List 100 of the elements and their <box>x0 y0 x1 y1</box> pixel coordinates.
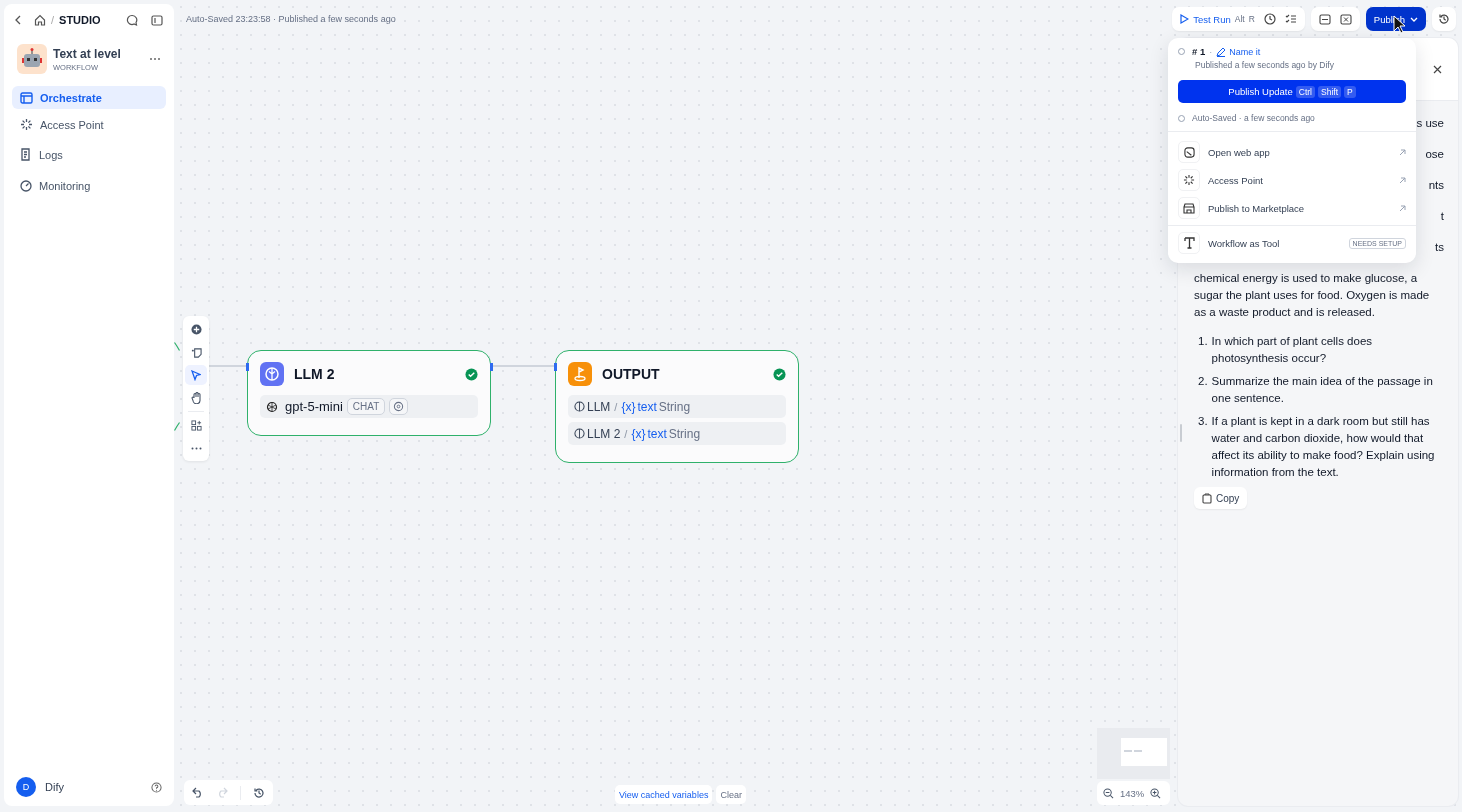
history-icon <box>1438 13 1450 25</box>
play-icon <box>1180 14 1190 24</box>
resize-handle[interactable] <box>1180 424 1182 442</box>
copy-icon <box>1202 492 1212 504</box>
auto-saved-info: Auto-Saved · a few seconds ago <box>1192 113 1315 123</box>
history-icon[interactable] <box>253 786 265 799</box>
success-icon <box>465 367 478 381</box>
publish-update-button[interactable]: Publish Update Ctrl Shift P <box>1178 80 1406 103</box>
question-number: 1. <box>1198 334 1208 349</box>
test-run-button[interactable]: Test Run Alt R <box>1180 13 1255 25</box>
window-icon <box>20 91 33 104</box>
model-row[interactable]: gpt-5-mini CHAT <box>260 395 478 418</box>
question-text: If a plant is kept in a dark room but still has water and carbon dioxide, how would that affect its ability to make food? Explain using information from the text. <box>1211 414 1436 480</box>
back-icon[interactable] <box>15 15 21 25</box>
model-logo-icon <box>266 400 278 413</box>
pointer-tool-icon[interactable] <box>185 365 207 385</box>
env-icon[interactable] <box>1318 13 1331 25</box>
user-avatar[interactable]: D <box>16 777 36 797</box>
result-text: nts <box>1428 178 1444 193</box>
result-text: ose <box>1425 147 1444 162</box>
zoom-in-icon[interactable] <box>1150 787 1162 799</box>
clock-icon[interactable] <box>1263 13 1276 25</box>
variable-glyph: {x} <box>631 426 646 441</box>
help-icon[interactable] <box>151 781 162 793</box>
nav-item[interactable]: Access Point <box>12 113 166 136</box>
menu-item[interactable]: Publish to Marketplace <box>1168 194 1416 222</box>
variable-type: String <box>658 399 691 414</box>
user-name: Dify <box>45 781 64 793</box>
variable-name: text <box>647 426 667 441</box>
more-icon[interactable] <box>149 57 161 61</box>
nav-item[interactable]: Orchestrate <box>12 86 166 109</box>
question-text: In which part of plant cells does photosynthesis occur? <box>1211 334 1374 366</box>
access-point-icon <box>1178 169 1200 191</box>
result-paragraph: chemical energy is used to make glucose, a sugar the plant uses for food. Oxygen is made as a waste product and is released. <box>1194 271 1431 320</box>
text-tool-icon <box>1178 232 1200 254</box>
nav-item[interactable]: Monitoring <box>12 173 166 198</box>
caret-icon <box>1410 16 1418 22</box>
output-node[interactable]: OUTPUT LLM / {x} text String LLM 2 / {x} text String <box>555 350 799 463</box>
robot-icon <box>17 44 47 74</box>
chat-icon[interactable] <box>126 14 138 26</box>
pencil-icon <box>1216 46 1227 57</box>
copy-button[interactable]: Copy <box>1194 487 1248 509</box>
external-link-icon <box>1399 204 1406 212</box>
flag-icon <box>568 362 592 386</box>
store-icon <box>1178 197 1200 219</box>
undo-icon[interactable] <box>192 787 204 798</box>
edge-line <box>491 365 555 367</box>
question-number: 3. <box>1198 414 1208 429</box>
history-button[interactable] <box>1432 7 1456 31</box>
question-text: Summarize the main idea of the passage in one sentence. <box>1211 374 1434 406</box>
result-text: s use <box>1416 116 1444 131</box>
app-name: Text at level <box>53 46 122 61</box>
close-icon[interactable] <box>1433 64 1442 74</box>
web-app-icon <box>1178 141 1200 163</box>
mode-tag: CHAT <box>346 398 386 415</box>
home-icon[interactable] <box>34 14 46 26</box>
external-link-icon <box>1399 176 1406 184</box>
node-title: OUTPUT <box>602 366 660 382</box>
question-number: 2. <box>1198 374 1208 389</box>
edge-line <box>209 365 247 367</box>
source-node-label: LLM 2 <box>587 426 621 441</box>
edge-line <box>174 342 180 351</box>
brain-icon <box>574 428 585 439</box>
published-info: Published a few seconds ago by Dify <box>1195 60 1335 70</box>
node-title: LLM 2 <box>294 366 335 382</box>
breadcrumb-separator: / <box>51 14 55 26</box>
zoom-level: 143% <box>1120 787 1145 799</box>
source-node-label: LLM <box>587 399 611 414</box>
gauge-icon <box>20 179 32 192</box>
separator-dot: · <box>1209 46 1213 57</box>
sidebar-toggle-icon[interactable] <box>151 14 163 26</box>
view-cached-variables-button[interactable]: View cached variables <box>615 785 713 804</box>
breadcrumb-link[interactable]: STUDIO <box>59 14 101 26</box>
path-separator: / <box>614 400 618 413</box>
brain-icon <box>260 362 284 386</box>
connection-handle[interactable] <box>245 363 249 371</box>
document-icon <box>20 148 32 161</box>
brain-icon <box>574 401 585 412</box>
variable-icon[interactable] <box>1339 13 1352 25</box>
connection-handle[interactable] <box>489 363 493 371</box>
result-text: ts <box>1435 240 1444 255</box>
variable-name: text <box>637 399 657 414</box>
external-link-icon <box>1399 148 1406 156</box>
nav-item[interactable]: Logs <box>12 142 166 167</box>
connection-handle[interactable] <box>553 363 557 371</box>
model-name: gpt-5-mini <box>285 399 343 414</box>
variable-glyph: {x} <box>621 399 636 414</box>
edge-line <box>174 422 180 431</box>
menu-item[interactable]: Access Point <box>1168 166 1416 194</box>
name-it-link[interactable]: Name it <box>1216 46 1261 57</box>
zoom-out-icon[interactable] <box>1103 787 1114 799</box>
settings-icon[interactable] <box>389 398 409 415</box>
clear-button[interactable]: Clear <box>716 785 746 804</box>
llm-node[interactable]: LLM 2 gpt-5-mini CHAT <box>247 350 491 436</box>
access-point-icon <box>20 118 33 131</box>
variable-type: String <box>668 426 701 441</box>
save-status: Auto-Saved 23:23:58 · Published a few seconds ago <box>186 14 396 24</box>
menu-item[interactable]: Open web app <box>1168 138 1416 166</box>
zoom-control[interactable]: 143% <box>1097 781 1170 805</box>
checklist-icon[interactable] <box>1284 13 1297 25</box>
